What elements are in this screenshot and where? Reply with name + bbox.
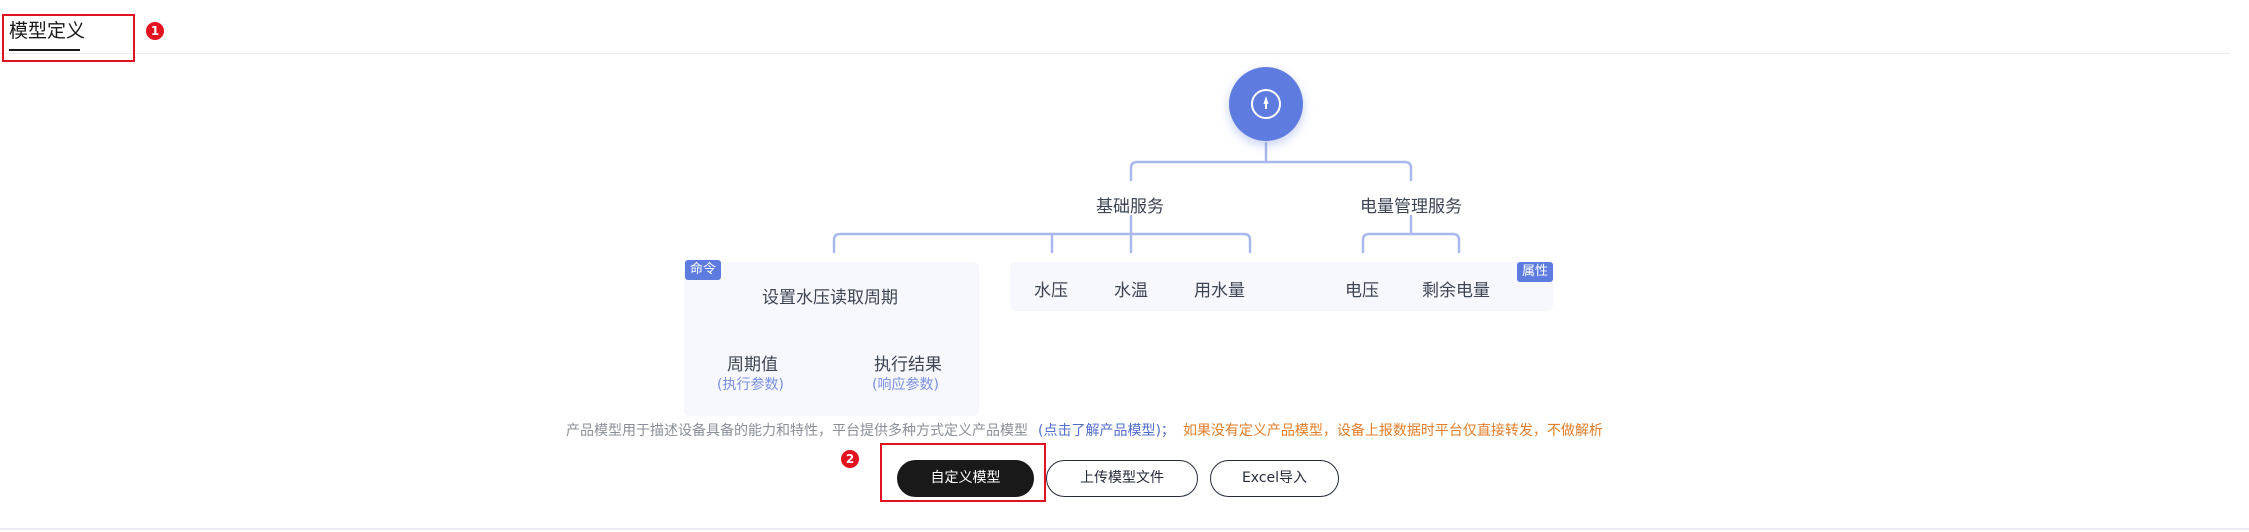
bottom-divider bbox=[0, 528, 2249, 530]
description-text: 产品模型用于描述设备具备的能力和特性，平台提供多种方式定义产品模型 bbox=[566, 423, 1028, 439]
property-tag: 属性 bbox=[1517, 262, 1554, 282]
product-model-root bbox=[1229, 67, 1303, 141]
product-model-diagram: 基础服务 电量管理服务 命令 设置水压读取周期 周期值 (执行参数) 执行结果 … bbox=[0, 0, 2249, 440]
excel-import-button[interactable]: Excel导入 bbox=[1210, 460, 1339, 497]
command-tag: 命令 bbox=[685, 260, 722, 280]
property-water-temperature: 水温 bbox=[1114, 281, 1148, 301]
learn-more-link[interactable]: (点击了解产品模型)； bbox=[1038, 423, 1175, 439]
callout-badge-2: 2 bbox=[841, 450, 859, 468]
service-basic: 基础服务 bbox=[1096, 197, 1164, 217]
highlight-box-custom-model bbox=[880, 443, 1046, 502]
command-param-result-type: (响应参数) bbox=[872, 377, 939, 393]
property-voltage: 电压 bbox=[1345, 281, 1379, 301]
diagram-connectors bbox=[751, 141, 1461, 348]
service-power-management: 电量管理服务 bbox=[1360, 197, 1462, 217]
command-param-period-type: (执行参数) bbox=[717, 377, 784, 393]
command-param-result: 执行结果 bbox=[874, 355, 942, 375]
description-warning: 如果没有定义产品模型，设备上报数据时平台仅直接转发，不做解析 bbox=[1182, 423, 1603, 439]
upload-model-file-button[interactable]: 上传模型文件 bbox=[1046, 460, 1198, 497]
model-description: 产品模型用于描述设备具备的能力和特性，平台提供多种方式定义产品模型 (点击了解产品… bbox=[566, 420, 1603, 440]
property-remaining-power: 剩余电量 bbox=[1422, 281, 1490, 301]
property-water-pressure: 水压 bbox=[1034, 281, 1068, 301]
command-param-period: 周期值 bbox=[727, 355, 778, 375]
command-name: 设置水压读取周期 bbox=[762, 288, 898, 308]
compass-icon bbox=[1251, 89, 1281, 119]
property-water-usage: 用水量 bbox=[1194, 281, 1245, 301]
